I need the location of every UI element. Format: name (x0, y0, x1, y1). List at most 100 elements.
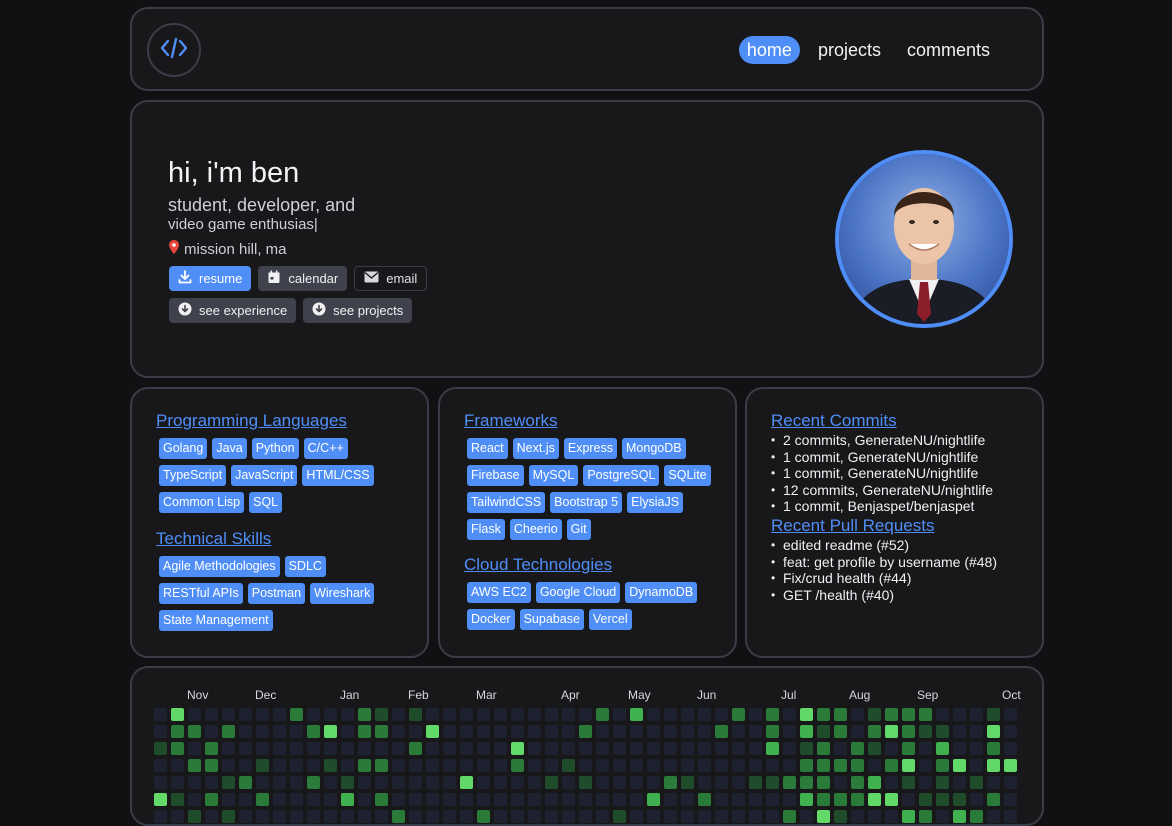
heatmap-cell (681, 776, 694, 789)
frameworks-title[interactable]: Frameworks (464, 411, 558, 431)
heatmap-cell (630, 725, 643, 738)
heatmap-cell (596, 810, 609, 823)
calendar-button[interactable]: calendar (258, 266, 348, 291)
heatmap-cell (664, 759, 677, 772)
heatmap-cell (851, 708, 864, 721)
heatmap-cell (715, 759, 728, 772)
heatmap-cell (783, 759, 796, 772)
heatmap-cell (664, 810, 677, 823)
logo[interactable] (147, 23, 201, 77)
heatmap-cell (392, 810, 405, 823)
skill-tag: Git (566, 519, 591, 540)
technical-skills-title[interactable]: Technical Skills (156, 529, 271, 549)
heatmap-cell (426, 725, 439, 738)
month-label: May (628, 688, 651, 702)
heatmap-cell (443, 708, 456, 721)
heatmap-cell (647, 708, 660, 721)
month-label: Sep (917, 688, 939, 702)
heatmap-cell (579, 725, 592, 738)
heatmap-cell (511, 776, 524, 789)
heatmap-cell (222, 742, 235, 755)
heatmap-cell (154, 759, 167, 772)
heatmap-cell (273, 776, 286, 789)
heatmap-cell (239, 708, 252, 721)
heatmap-cell (188, 810, 201, 823)
month-label: Nov (187, 688, 209, 702)
heatmap-cell (596, 759, 609, 772)
heatmap-cell (970, 776, 983, 789)
month-label: Jan (340, 688, 360, 702)
heatmap-cell (647, 810, 660, 823)
skill-tag: TailwindCSS (467, 492, 546, 513)
skill-tag: Docker (467, 609, 515, 630)
heatmap-cell (375, 759, 388, 772)
heatmap-cell (477, 742, 490, 755)
skill-tag: SQLite (664, 465, 711, 486)
heatmap-cell (409, 759, 422, 772)
skill-tag: RESTful APIs (159, 583, 243, 604)
heatmap-cell (545, 776, 558, 789)
heatmap-cell (579, 776, 592, 789)
see-projects-button[interactable]: see projects (303, 298, 413, 323)
heatmap-cell (681, 810, 694, 823)
heatmap-cell (341, 759, 354, 772)
heatmap-cell (800, 810, 813, 823)
heatmap-cell (205, 759, 218, 772)
heatmap-cell (188, 776, 201, 789)
heatmap-cell (239, 742, 252, 755)
hero-card: hi, i'm ben student, developer, and vide… (130, 100, 1044, 378)
heatmap-cell (239, 776, 252, 789)
heatmap-cell (511, 725, 524, 738)
nav-projects[interactable]: projects (810, 36, 889, 64)
heatmap-cell (613, 759, 626, 772)
heatmap-cell (239, 725, 252, 738)
heatmap-cell (460, 708, 473, 721)
arrow-down-circle-icon (312, 302, 326, 319)
email-button[interactable]: email (354, 266, 428, 291)
list-item: 1 commit, GenerateNU/nightlife (771, 465, 993, 482)
list-item: 1 commit, Benjaspet/benjaspet (771, 498, 993, 515)
heatmap-cell (545, 725, 558, 738)
list-item: feat: get profile by username (#48) (771, 554, 997, 571)
calendar-label: calendar (288, 271, 339, 286)
resume-button[interactable]: resume (169, 266, 252, 291)
heatmap-cell (222, 759, 235, 772)
heatmap-cell (511, 742, 524, 755)
cloud-technologies-title[interactable]: Cloud Technologies (464, 555, 612, 575)
see-experience-button[interactable]: see experience (169, 298, 297, 323)
heatmap-cell (800, 759, 813, 772)
heatmap-cell (375, 776, 388, 789)
heatmap-cell (783, 708, 796, 721)
recent-commits-title[interactable]: Recent Commits (771, 411, 897, 431)
heatmap-cell (426, 708, 439, 721)
heatmap-cell (222, 776, 235, 789)
heatmap-cell (1004, 725, 1017, 738)
heatmap-cell (749, 759, 762, 772)
heatmap-cell (902, 708, 915, 721)
nav-comments[interactable]: comments (899, 36, 998, 64)
skills-card: Programming Languages Golang Java Python C/… (130, 387, 429, 658)
heatmap-cell (409, 776, 422, 789)
heatmap-cell (902, 742, 915, 755)
heatmap-cell (205, 725, 218, 738)
heatmap-cell (630, 708, 643, 721)
skill-tag: HTML/CSS (302, 465, 374, 486)
heatmap-cell (902, 759, 915, 772)
heatmap-cell (188, 759, 201, 772)
heatmap-cell (681, 708, 694, 721)
heatmap-cell (188, 708, 201, 721)
skill-tag: Wireshark (310, 583, 375, 604)
heatmap-cell (596, 708, 609, 721)
heatmap-cell (358, 759, 371, 772)
heatmap-cell (256, 776, 269, 789)
commits-list: 2 commits, GenerateNU/nightlife 1 commit… (771, 432, 993, 515)
skill-tag: State Management (159, 610, 273, 631)
skill-tag: Supabase (519, 609, 584, 630)
avatar (835, 150, 1013, 328)
nav-home[interactable]: home (738, 36, 800, 64)
contribution-heatmap: Nov Dec Jan Feb Mar Apr May Jun Jul Aug … (130, 666, 1044, 826)
recent-pull-requests-title[interactable]: Recent Pull Requests (771, 516, 934, 536)
programming-languages-title[interactable]: Programming Languages (156, 411, 347, 431)
heatmap-cell (698, 810, 711, 823)
skill-tag: AWS EC2 (467, 582, 531, 603)
